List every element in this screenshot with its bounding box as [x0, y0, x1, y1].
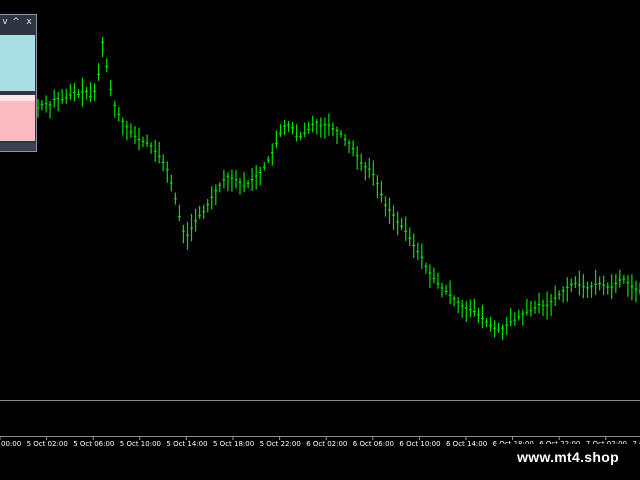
time-tick-label: 6 Oct 10:00	[399, 440, 440, 448]
close-icon[interactable]: x	[24, 15, 34, 30]
panel-footer	[0, 143, 36, 151]
chevron-up-icon[interactable]: ^	[11, 15, 21, 30]
price-chart[interactable]: 5 Oct 00:00 5 Oct 02:00 5 Oct 06:00 5 Oct 1…	[0, 0, 640, 480]
time-tick-label: 6 Oct 14:00	[446, 440, 487, 448]
time-tick-label: 5 Oct 00:00	[0, 440, 21, 448]
sell-button[interactable]	[0, 95, 35, 141]
chevron-down-icon[interactable]: v	[0, 15, 10, 30]
panel-titlebar[interactable]: v ^ x	[0, 15, 36, 30]
time-tick-label: 5 Oct 18:00	[213, 440, 254, 448]
time-tick-label: 5 Oct 14:00	[166, 440, 207, 448]
time-tick-label: 5 Oct 22:00	[260, 440, 301, 448]
time-tick-label: 5 Oct 10:00	[120, 440, 161, 448]
time-tick-label: 6 Oct 06:00	[353, 440, 394, 448]
indicator-separator	[0, 400, 640, 401]
buy-button[interactable]	[0, 35, 35, 91]
price-chart-area[interactable]: 5 Oct 00:00 5 Oct 02:00 5 Oct 06:00 5 Oct 1…	[0, 0, 640, 480]
watermark-box: www.mt4.shop	[496, 444, 640, 470]
time-tick-label: 6 Oct 02:00	[306, 440, 347, 448]
time-tick-label: 5 Oct 02:00	[27, 440, 68, 448]
one-click-trading-panel[interactable]: v ^ x	[0, 14, 37, 152]
time-axis-line	[0, 436, 640, 437]
watermark-text: www.mt4.shop	[517, 449, 619, 465]
time-tick-label: 5 Oct 06:00	[73, 440, 114, 448]
